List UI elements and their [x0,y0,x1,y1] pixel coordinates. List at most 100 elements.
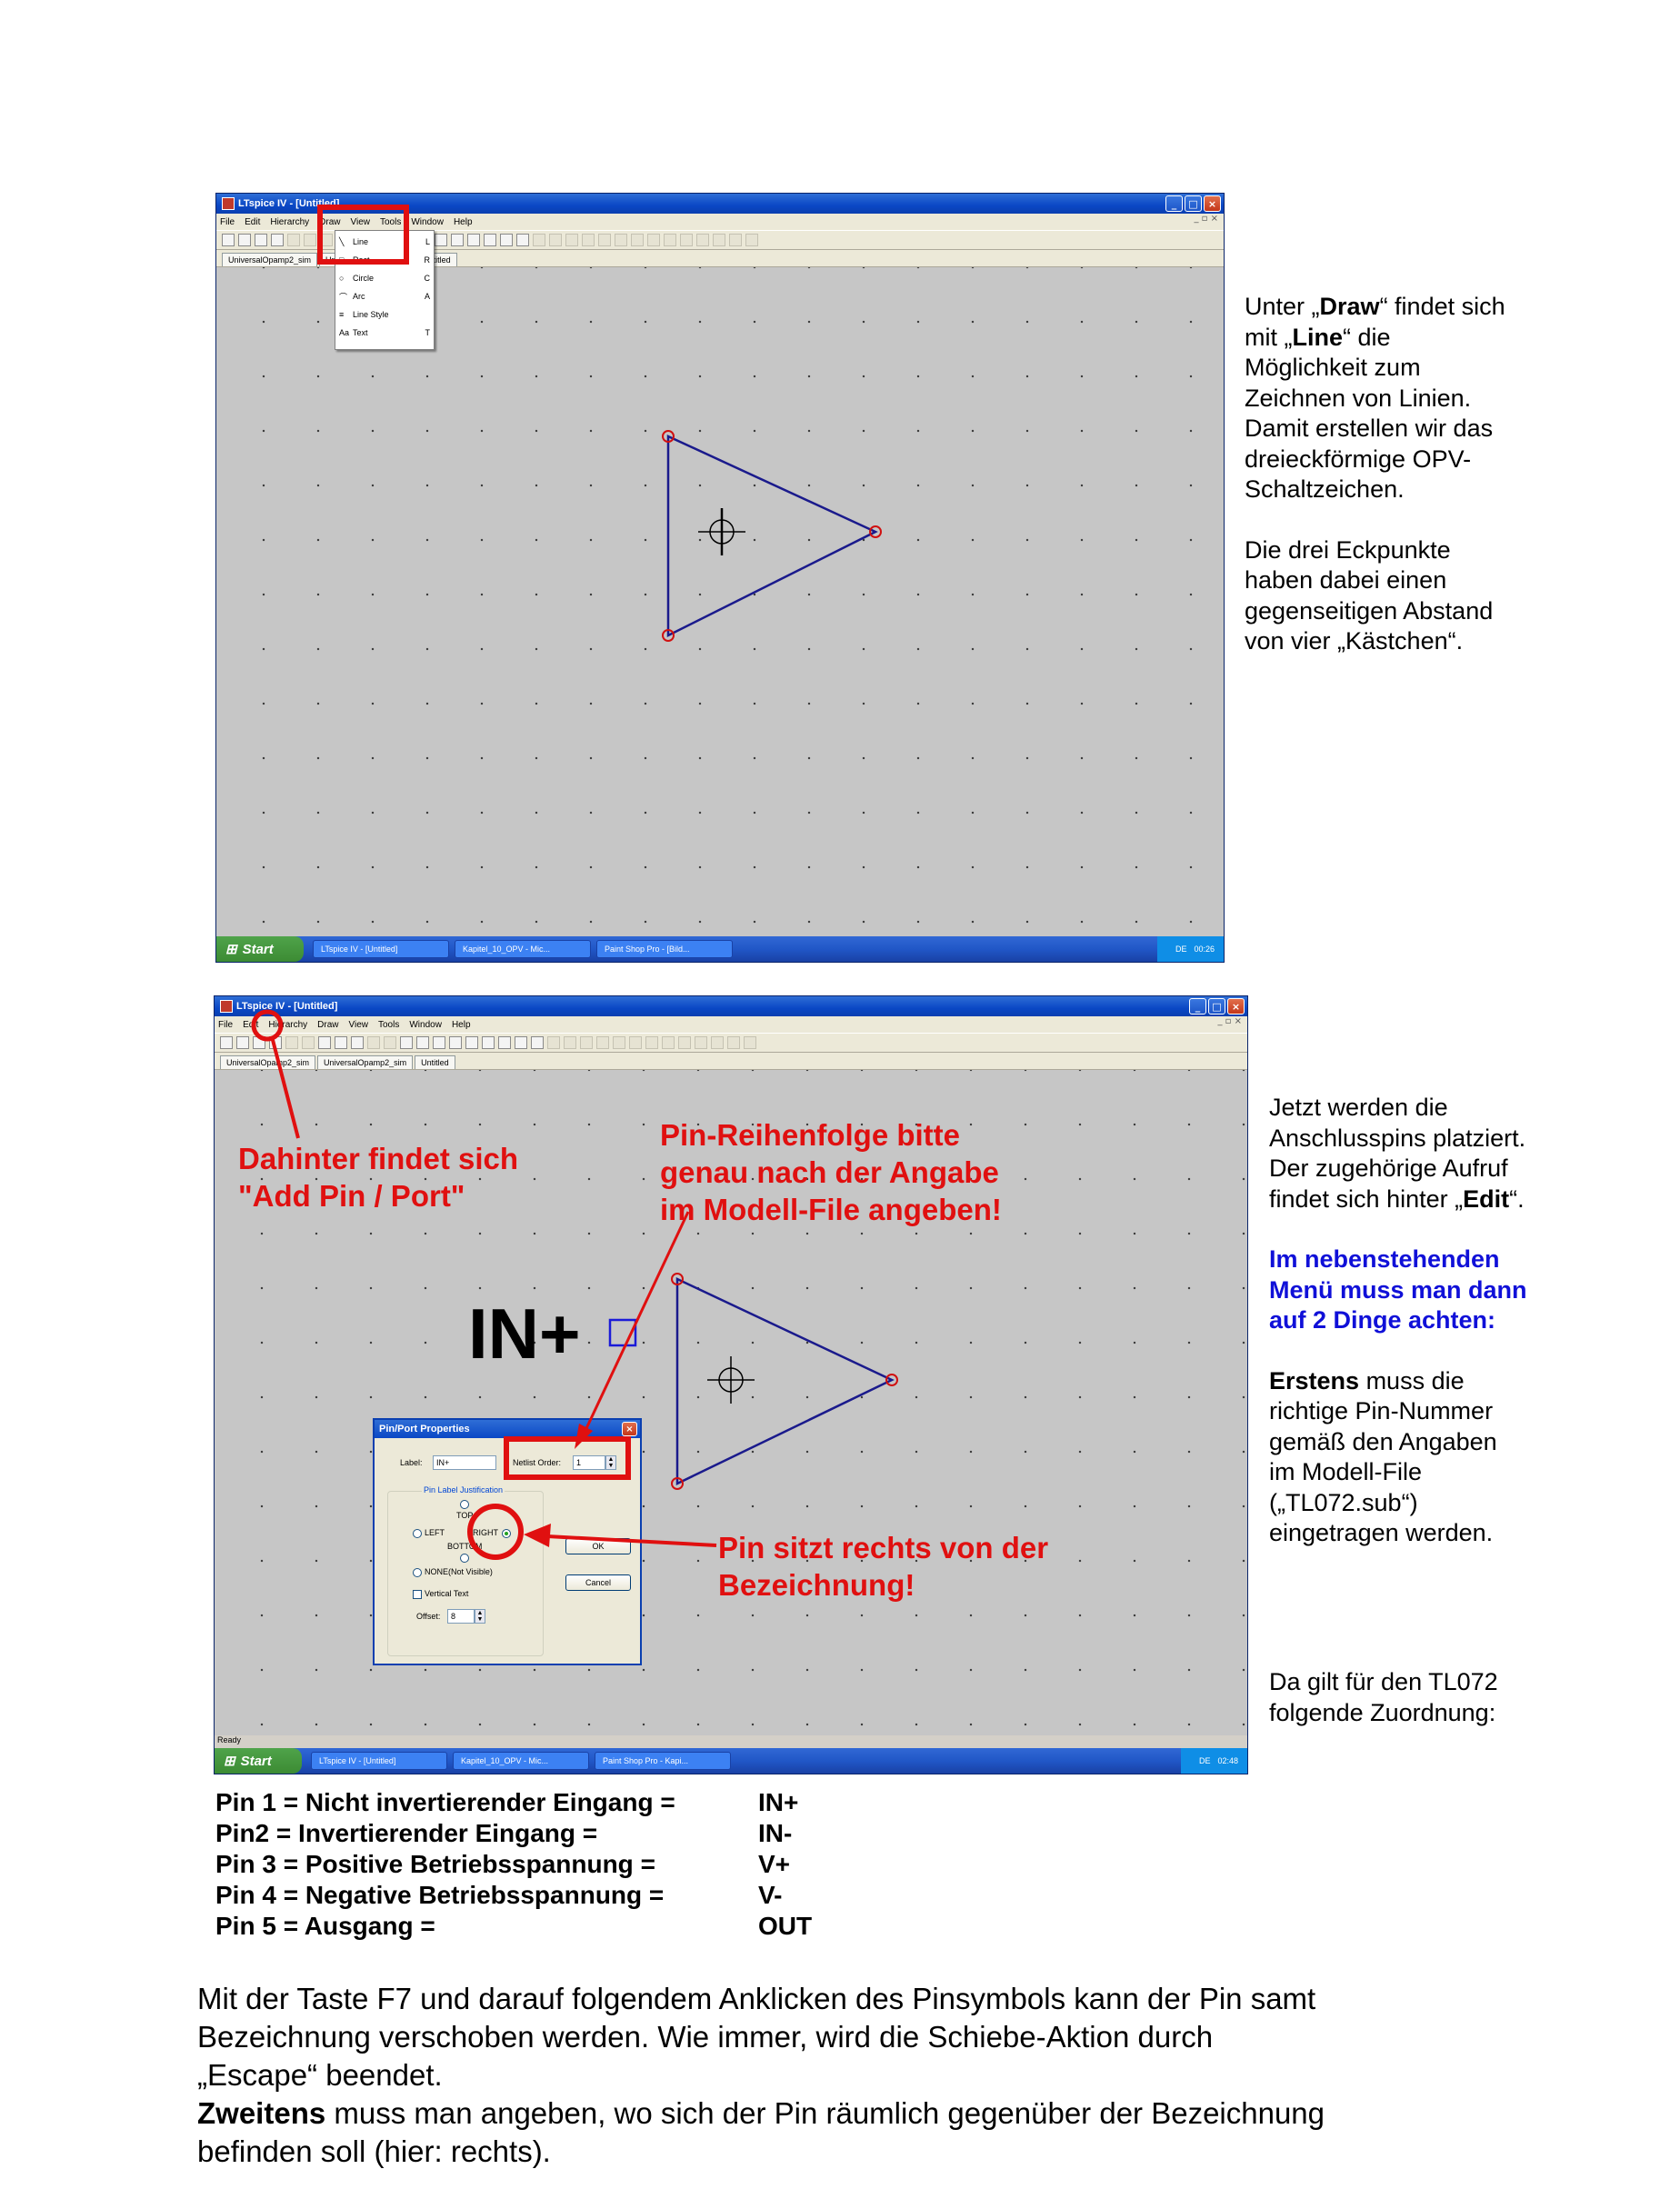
new-schematic-icon[interactable] [222,234,235,246]
undo-icon[interactable] [696,234,709,246]
draw-menu-arc[interactable]: ⌒ Arc A [339,289,430,304]
inductor-icon[interactable] [615,234,627,246]
tile-horizontal-icon[interactable] [400,1036,413,1049]
halt-icon[interactable] [304,234,316,246]
menu-file[interactable]: File [220,217,235,227]
wire-icon[interactable] [547,1036,560,1049]
tab-universal-opamp-1[interactable]: UniversalOpamp2_sim [222,253,318,266]
cascade-icon[interactable] [433,1036,445,1049]
component-icon[interactable] [647,234,660,246]
mirror-icon[interactable] [680,234,693,246]
menu-edit[interactable]: Edit [245,217,260,227]
draw-menu-text[interactable]: Aa Text T [339,325,430,340]
mdi-controls[interactable]: _ ▫ × [1194,214,1218,224]
copy-icon[interactable] [451,234,464,246]
copy-icon[interactable] [465,1036,478,1049]
print-icon[interactable] [516,234,529,246]
minimize-icon[interactable]: _ [1165,195,1183,212]
ground-icon[interactable] [549,234,562,246]
menu-edit[interactable]: Edit [243,1020,258,1030]
maximize-icon[interactable]: □ [1185,195,1202,212]
control-panel-icon[interactable] [271,234,284,246]
tile-icon[interactable] [384,1036,396,1049]
zoom-in-icon[interactable] [318,1036,331,1049]
halt-icon[interactable] [302,1036,315,1049]
mdi-controls[interactable]: _ ▫ × [1217,1016,1242,1026]
netlist-order-spinner[interactable]: ▲ ▼ [605,1455,616,1470]
start-button[interactable]: ⊞ Start [216,936,304,962]
tab-universal-opamp-1[interactable]: UniversalOpamp2_sim [220,1055,316,1069]
ground-icon[interactable] [564,1036,576,1049]
language-indicator[interactable]: DE [1199,1756,1211,1765]
open-icon[interactable] [238,234,251,246]
find-icon[interactable] [484,234,496,246]
menu-view[interactable]: View [349,1020,369,1030]
taskbar-word[interactable]: Kapitel_10_OPV - Mic... [455,940,591,958]
radio-top[interactable] [460,1500,469,1509]
menu-draw[interactable]: Draw [317,1020,338,1030]
start-button[interactable]: ⊞ Start [215,1748,302,1774]
tab-untitled[interactable]: Untitled [415,1055,455,1069]
vertical-text-checkbox[interactable] [413,1590,422,1599]
print-preview-icon[interactable] [500,234,513,246]
maximize-icon[interactable]: □ [1208,998,1225,1015]
netlist-order-input[interactable]: 1 [573,1455,605,1470]
close-icon[interactable]: × [1227,998,1245,1015]
radio-bottom[interactable] [460,1554,469,1563]
label-net-icon[interactable] [565,234,578,246]
menu-window[interactable]: Window [411,217,444,227]
taskbar-word[interactable]: Kapitel_10_OPV - Mic... [453,1752,589,1770]
draw-menu-line-style[interactable]: ≡ Line Style [339,307,430,322]
spice-directive-icon[interactable] [745,234,758,246]
radio-none[interactable] [413,1568,422,1577]
menu-help[interactable]: Help [452,1020,471,1030]
capacitor-icon[interactable] [613,1036,625,1049]
dialog-close-icon[interactable]: × [622,1422,637,1436]
minimize-icon[interactable]: _ [1189,998,1206,1015]
redo-icon[interactable] [713,234,725,246]
rotate-icon[interactable] [664,234,676,246]
autorange-icon[interactable] [367,1036,380,1049]
resistor-icon[interactable] [582,234,595,246]
label-net-icon[interactable] [580,1036,593,1049]
offset-spinner[interactable]: ▲ ▼ [475,1609,485,1624]
menu-help[interactable]: Help [454,217,473,227]
rotate-icon[interactable] [678,1036,691,1049]
schematic-canvas[interactable] [216,267,1224,936]
menu-tools[interactable]: Tools [378,1020,399,1030]
radio-left[interactable] [413,1529,422,1538]
print-icon[interactable] [531,1036,544,1049]
radio-right[interactable] [502,1529,511,1538]
language-indicator[interactable]: DE [1175,945,1187,954]
zoom-fit-icon[interactable] [351,1036,364,1049]
close-icon[interactable]: × [1204,195,1221,212]
cut-icon[interactable] [435,234,447,246]
ok-button[interactable]: OK [565,1538,631,1554]
taskbar-paintshop[interactable]: Paint Shop Pro - [Bild... [596,940,733,958]
inductor-icon[interactable] [629,1036,642,1049]
cancel-button[interactable]: Cancel [565,1574,631,1591]
control-panel-icon[interactable] [269,1036,282,1049]
text-tool-icon[interactable] [744,1036,756,1049]
run-icon[interactable] [285,1036,298,1049]
menu-hierarchy[interactable]: Hierarchy [268,1020,307,1030]
open-icon[interactable] [236,1036,249,1049]
draw-menu-circle[interactable]: ○ Circle C [339,271,430,285]
paste-icon[interactable] [482,1036,495,1049]
mirror-icon[interactable] [695,1036,707,1049]
taskbar-ltspice[interactable]: LTspice IV - [Untitled] [313,940,449,958]
save-icon[interactable] [253,1036,265,1049]
tile-vertical-icon[interactable] [416,1036,429,1049]
menu-hierarchy[interactable]: Hierarchy [270,217,309,227]
wire-icon[interactable] [533,234,545,246]
paste-icon[interactable] [467,234,480,246]
undo-icon[interactable] [711,1036,724,1049]
redo-icon[interactable] [727,1036,740,1049]
run-icon[interactable] [287,234,300,246]
text-tool-icon[interactable] [729,234,742,246]
diode-icon[interactable] [645,1036,658,1049]
save-icon[interactable] [255,234,267,246]
taskbar-ltspice[interactable]: LTspice IV - [Untitled] [311,1752,447,1770]
find-icon[interactable] [498,1036,511,1049]
tab-universal-opamp-2[interactable]: UniversalOpamp2_sim [317,1055,414,1069]
